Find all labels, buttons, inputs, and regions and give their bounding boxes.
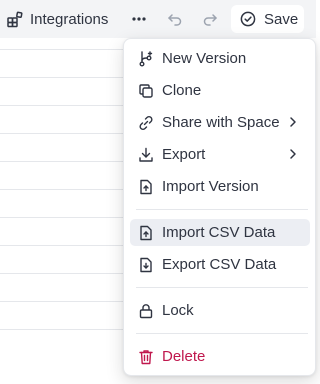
menu-separator (136, 333, 308, 334)
menu-item-label: Export CSV Data (162, 256, 277, 273)
row-divider (0, 161, 130, 162)
menu-item-label: Share with Space (162, 114, 280, 131)
menu-item-delete[interactable]: Delete (130, 343, 310, 370)
menu-item-label: Import Version (162, 178, 259, 195)
row-divider (0, 49, 130, 50)
link-icon (137, 114, 155, 132)
menu-item-import-version[interactable]: Import Version (130, 173, 310, 200)
menu-separator (136, 287, 308, 288)
menu-item-label: New Version (162, 50, 247, 67)
chevron-right-icon (286, 115, 300, 129)
integrations-label: Integrations (30, 10, 109, 28)
row-divider (0, 133, 130, 134)
download-icon (137, 146, 155, 164)
file-upload-icon (137, 178, 155, 196)
row-divider (0, 301, 130, 302)
file-upload-icon (137, 224, 155, 242)
undo-button[interactable] (165, 9, 185, 29)
menu-item-import-csv-data[interactable]: Import CSV Data (130, 219, 310, 246)
save-button[interactable]: Save (231, 5, 304, 33)
row-divider (0, 245, 130, 246)
row-divider (0, 273, 130, 274)
lock-icon (137, 302, 155, 320)
more-options-menu: New Version Clone Share with Space Expor… (123, 38, 316, 376)
check-circle-icon (240, 11, 256, 27)
menu-item-label: Clone (162, 82, 202, 99)
toolbar: Integrations Save (0, 0, 316, 38)
row-divider (0, 217, 130, 218)
row-divider (0, 189, 130, 190)
row-divider (0, 329, 130, 330)
save-label: Save (264, 10, 299, 28)
redo-icon (202, 11, 218, 27)
menu-separator (136, 209, 308, 210)
integrations-blocks-icon (6, 10, 24, 28)
more-horizontal-icon (131, 16, 147, 22)
menu-item-label: Delete (162, 348, 206, 365)
menu-item-lock[interactable]: Lock (130, 297, 310, 324)
menu-item-label: Export (162, 146, 206, 163)
undo-icon (167, 11, 183, 27)
menu-item-clone[interactable]: Clone (130, 77, 310, 104)
menu-item-new-version[interactable]: New Version (130, 45, 310, 72)
menu-item-label: Import CSV Data (162, 224, 276, 241)
menu-item-share-with-space[interactable]: Share with Space (130, 109, 310, 136)
integrations-button[interactable]: Integrations (6, 8, 108, 30)
copy-icon (137, 82, 155, 100)
menu-item-export[interactable]: Export (130, 141, 310, 168)
menu-item-label: Lock (162, 302, 194, 319)
row-divider (0, 77, 130, 78)
trash-icon (137, 348, 155, 366)
row-divider (0, 105, 130, 106)
file-download-icon (137, 256, 155, 274)
menu-item-export-csv-data[interactable]: Export CSV Data (130, 251, 310, 278)
chevron-right-icon (286, 147, 300, 161)
redo-button[interactable] (200, 9, 220, 29)
branch-icon (137, 50, 155, 68)
more-options-button[interactable] (128, 8, 150, 30)
